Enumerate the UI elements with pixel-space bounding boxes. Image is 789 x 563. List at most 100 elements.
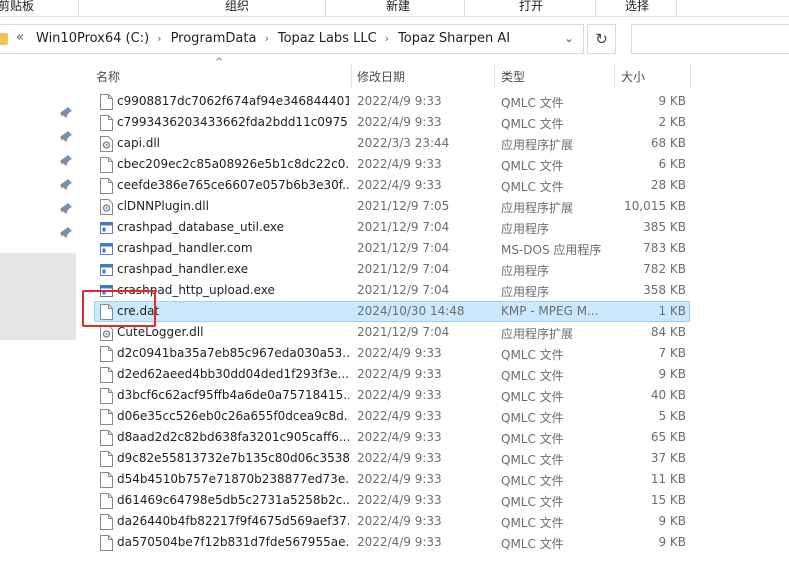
file-row[interactable]: ceefde386e765ce6607e057b6b3e30f... 2022/4…: [94, 175, 690, 196]
file-size: 11 KB: [650, 472, 686, 486]
exe-icon: [100, 241, 113, 257]
file-name: d06e35cc526eb0c26a655f0dcea9c8d...: [117, 409, 349, 423]
file-modified-date: 2022/4/9 9:33: [357, 535, 442, 549]
file-type: QMLC 文件: [501, 411, 564, 425]
file-modified-date: 2021/12/9 7:04: [357, 262, 450, 276]
file-row[interactable]: crashpad_http_upload.exe 2021/12/9 7:04 应用…: [94, 280, 690, 301]
file-row-selected[interactable]: cre.dat 2024/10/30 14:48 KMP - MPEG M... 1 …: [94, 301, 690, 322]
file-modified-date: 2022/4/9 9:33: [357, 94, 442, 108]
address-bar[interactable]: « Win10Prox64 (C:) › ProgramData › Topaz…: [0, 24, 584, 54]
file-icon: [100, 304, 113, 320]
file-row[interactable]: d2ed62aeed4bb30dd04ded1f293f3e... 2022/4/…: [94, 364, 690, 385]
file-row[interactable]: d54b4510b757e71870b238877ed73e... 2022/4/…: [94, 469, 690, 490]
column-divider[interactable]: [690, 64, 691, 89]
file-name: d8aad2d2c82bd638fa3201c905caff6...: [117, 430, 349, 444]
file-row[interactable]: crashpad_handler.exe 2021/12/9 7:04 应用程序 78…: [94, 259, 690, 280]
breadcrumb-item-topaz-labs[interactable]: Topaz Labs LLC: [278, 31, 377, 46]
exe-icon: [100, 262, 113, 278]
file-modified-date: 2022/4/9 9:33: [357, 472, 442, 486]
pin-icon[interactable]: [60, 178, 72, 192]
file-type: QMLC 文件: [501, 432, 564, 446]
navigation-pane[interactable]: [0, 62, 76, 563]
pin-icon[interactable]: [60, 130, 72, 144]
column-header-date[interactable]: 修改日期: [357, 68, 405, 85]
file-name: da26440b4fb82217f9f4675d569aef37...: [117, 514, 349, 528]
pin-icon[interactable]: [60, 226, 72, 240]
file-modified-date: 2022/4/9 9:33: [357, 367, 442, 381]
file-row[interactable]: CuteLogger.dll 2021/12/9 7:04 应用程序扩展 84 KB: [94, 322, 690, 343]
file-type: 应用程序: [501, 285, 550, 299]
chevron-down-icon[interactable]: ⌄: [560, 29, 578, 49]
chevron-right-icon[interactable]: ›: [385, 32, 389, 45]
file-row[interactable]: d3bcf6c62acf95ffb4a6de0a75718415... 2022/…: [94, 385, 690, 406]
column-divider[interactable]: [351, 64, 352, 89]
pin-icon[interactable]: [60, 202, 72, 216]
file-name: cre.dat: [117, 304, 160, 318]
file-icon: [100, 388, 113, 404]
file-size: 9 KB: [658, 535, 686, 549]
ribbon-group-select: 选择: [625, 0, 650, 13]
file-type: 应用程序扩展: [501, 201, 574, 215]
refresh-button[interactable]: ↻: [587, 24, 616, 54]
file-icon: [100, 94, 113, 110]
file-row[interactable]: cbec209ec2c85a08926e5b1c8dc22c0... 2022/4…: [94, 154, 690, 175]
column-header-name[interactable]: 名称: [96, 68, 120, 85]
file-row[interactable]: da570504be7f12b831d7fde567955ae... 2022/4…: [94, 532, 690, 553]
file-row[interactable]: d9c82e55813732e7b135c80d06c3538... 2022/4…: [94, 448, 690, 469]
pin-icon[interactable]: [60, 154, 72, 168]
chevron-right-icon[interactable]: ›: [264, 32, 268, 45]
nav-item-selected[interactable]: [0, 253, 76, 340]
file-type: QMLC 文件: [501, 180, 564, 194]
file-row[interactable]: d2c0941ba35a7eb85c967eda030a53... 2022/4/…: [94, 343, 690, 364]
file-icon: [100, 451, 113, 467]
file-name: c9908817dc7062f674af94e346844401...: [117, 94, 349, 108]
file-row[interactable]: c9908817dc7062f674af94e346844401... 2022/…: [94, 91, 690, 112]
file-row[interactable]: crashpad_database_util.exe 2021/12/9 7:04…: [94, 217, 690, 238]
file-name: cbec209ec2c85a08926e5b1c8dc22c0...: [117, 157, 349, 171]
file-row[interactable]: capi.dll 2022/3/3 23:44 应用程序扩展 68 KB: [94, 133, 690, 154]
file-size: 9 KB: [658, 514, 686, 528]
file-size: 40 KB: [650, 388, 686, 402]
ribbon-divider: [78, 0, 79, 16]
ribbon: 剪贴板 组织 新建 打开 选择: [0, 0, 789, 16]
file-size: 7 KB: [658, 346, 686, 360]
refresh-icon: ↻: [595, 30, 608, 48]
file-row[interactable]: d61469c64798e5db5c2731a5258b2c... 2022/4/…: [94, 490, 690, 511]
column-header-size[interactable]: 大小: [621, 68, 645, 85]
ribbon-group-open: 打开: [519, 0, 544, 13]
file-name: crashpad_handler.com: [117, 241, 253, 255]
file-modified-date: 2022/4/9 9:33: [357, 178, 442, 192]
ribbon-group-new: 新建: [386, 0, 411, 13]
file-name: da570504be7f12b831d7fde567955ae...: [117, 535, 349, 549]
file-row[interactable]: da26440b4fb82217f9f4675d569aef37... 2022/…: [94, 511, 690, 532]
pin-icon[interactable]: [60, 106, 72, 120]
file-modified-date: 2022/4/9 9:33: [357, 409, 442, 423]
file-icon: [100, 430, 113, 446]
file-row[interactable]: d8aad2d2c82bd638fa3201c905caff6... 2022/4…: [94, 427, 690, 448]
file-icon: [100, 409, 113, 425]
file-row[interactable]: crashpad_handler.com 2021/12/9 7:04 MS-DOS…: [94, 238, 690, 259]
file-modified-date: 2022/4/9 9:33: [357, 115, 442, 129]
exe-icon: [100, 283, 113, 299]
file-modified-date: 2022/4/9 9:33: [357, 493, 442, 507]
file-size: 15 KB: [650, 493, 686, 507]
breadcrumb-item-programdata[interactable]: ProgramData: [171, 31, 257, 46]
file-row[interactable]: clDNNPlugin.dll 2021/12/9 7:05 应用程序扩展 10,01…: [94, 196, 690, 217]
chevron-right-icon[interactable]: ›: [157, 32, 161, 45]
file-name: d3bcf6c62acf95ffb4a6de0a75718415...: [117, 388, 349, 402]
column-divider[interactable]: [494, 64, 495, 89]
file-name: capi.dll: [117, 136, 161, 150]
file-name: crashpad_http_upload.exe: [117, 283, 275, 297]
column-divider[interactable]: [614, 64, 615, 89]
file-row[interactable]: c7993436203433662fda2bdd11c0975... 2022/4…: [94, 112, 690, 133]
column-header-type[interactable]: 类型: [501, 68, 525, 85]
file-size: 782 KB: [643, 262, 686, 276]
file-row[interactable]: d06e35cc526eb0c26a655f0dcea9c8d... 2022/4…: [94, 406, 690, 427]
search-input[interactable]: [631, 24, 789, 54]
file-type: MS-DOS 应用程序: [501, 243, 602, 257]
breadcrumb-item-drive[interactable]: Win10Prox64 (C:): [36, 31, 149, 46]
breadcrumb-item-topaz-sharpen[interactable]: Topaz Sharpen AI: [398, 31, 510, 46]
file-size: 5 KB: [658, 409, 686, 423]
chevron-double-left-icon[interactable]: «: [16, 30, 24, 45]
file-icon: [100, 157, 113, 173]
